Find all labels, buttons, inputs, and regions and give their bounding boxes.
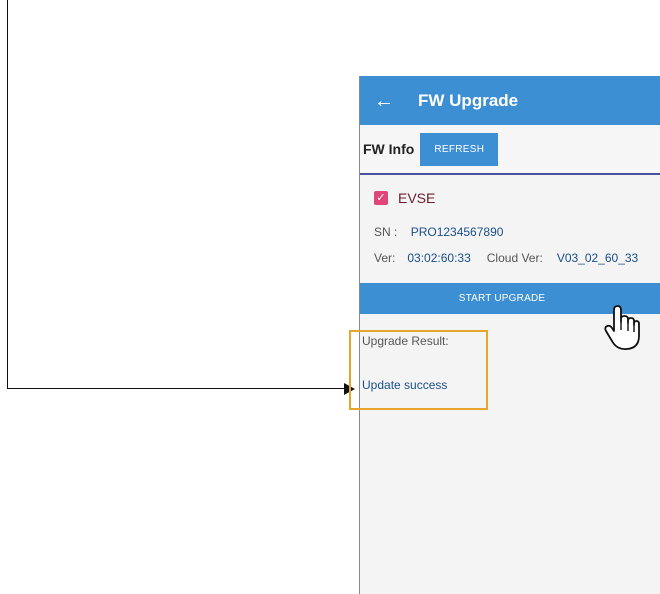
device-name: EVSE — [398, 190, 436, 206]
result-highlight-box — [349, 330, 488, 410]
evse-checkbox[interactable]: ✓ — [374, 191, 388, 205]
page-title: FW Upgrade — [418, 90, 519, 110]
arrow-left-icon[interactable]: ← — [374, 91, 394, 111]
callout-line-horizontal — [7, 388, 345, 389]
cloud-ver-value: V03_02_60_33 — [556, 251, 639, 265]
cloud-ver-label: Cloud Ver: — [486, 251, 543, 265]
sn-label: SN : — [374, 225, 398, 239]
refresh-button[interactable]: REFRESH — [420, 132, 499, 166]
callout-line-vertical — [7, 0, 8, 389]
fw-info-header: FW Info REFRESH — [360, 125, 660, 175]
fw-info-label: FW Info — [363, 141, 415, 157]
version-row: Ver: 03:02:60:33 Cloud Ver: V03_02_60_33 — [360, 251, 660, 265]
ver-label: Ver: — [374, 251, 396, 265]
sn-value: PRO1234567890 — [410, 225, 504, 239]
hand-pointer-icon — [604, 305, 640, 350]
device-row: ✓ EVSE — [360, 190, 660, 206]
app-bar: ← FW Upgrade — [360, 76, 660, 125]
serial-number-row: SN : PRO1234567890 — [360, 225, 660, 239]
ver-value: 03:02:60:33 — [407, 251, 471, 265]
